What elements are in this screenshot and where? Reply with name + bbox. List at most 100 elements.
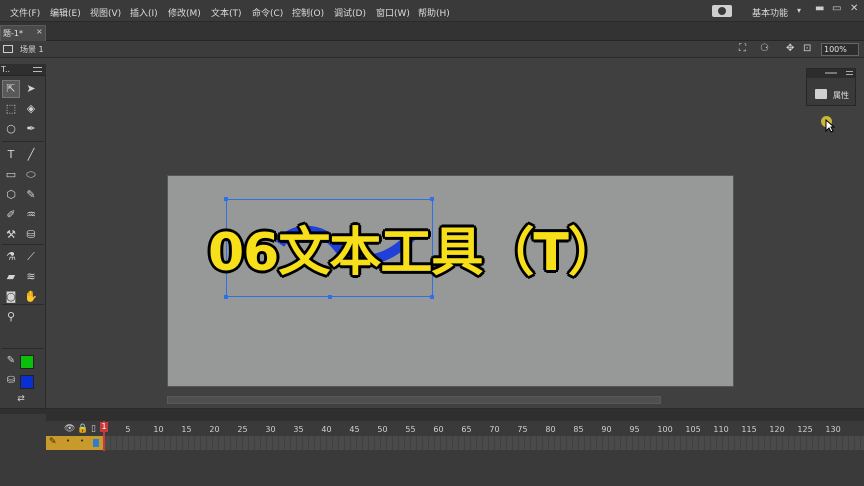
ruler-frame-number: 95 <box>629 425 640 434</box>
tools-panel-header[interactable]: T.. <box>0 64 46 76</box>
ruler-frame-number: 120 <box>769 425 785 434</box>
layer-dot-icon[interactable]: • <box>66 437 70 445</box>
fill-color-icon: ⛁ <box>6 375 16 386</box>
current-frame-indicator[interactable]: 1 <box>100 422 108 432</box>
tools-panel-title: T.. <box>1 65 11 74</box>
snap-icon[interactable]: ✥ <box>786 43 794 54</box>
menu-text[interactable]: 文本(T) <box>211 6 242 19</box>
eyedropper-tool-icon[interactable]: ⟋ <box>22 248 40 266</box>
menu-view[interactable]: 视图(V) <box>90 6 121 19</box>
tools-separator <box>2 244 44 245</box>
hand-tool-icon[interactable]: ✋ <box>22 288 40 306</box>
horizontal-scrollbar[interactable] <box>167 396 661 404</box>
ruler-frame-number: 25 <box>237 425 248 434</box>
subselection-tool-icon[interactable]: ➤ <box>22 80 40 98</box>
zoom-tool-icon[interactable]: ⚲ <box>2 308 20 326</box>
document-tab-label: 题-1* <box>3 29 23 38</box>
ruler-frame-number: 45 <box>349 425 360 434</box>
ruler-frame-number: 115 <box>741 425 757 434</box>
free-transform-tool-icon[interactable]: ⬚ <box>2 100 20 118</box>
edit-scene-icon[interactable]: ⛶ <box>739 43 746 54</box>
ruler-frame-number: 50 <box>377 425 388 434</box>
resize-handle[interactable] <box>430 295 434 299</box>
bone-tool-icon[interactable]: ⚒ <box>2 226 20 244</box>
eye-icon[interactable]: 👁 <box>64 424 75 434</box>
pencil-tool-icon[interactable]: ✎ <box>22 186 40 204</box>
ruler-frame-number: 70 <box>489 425 500 434</box>
fill-color-swatch[interactable] <box>20 375 34 389</box>
camera-tool-icon[interactable]: ◙ <box>2 288 20 306</box>
lasso-tool-icon[interactable]: ○ <box>2 120 20 138</box>
edit-symbol-icon[interactable]: ⚆ <box>760 43 769 54</box>
drag-handle-icon[interactable] <box>825 72 837 74</box>
menu-modify[interactable]: 修改(M) <box>168 6 201 19</box>
tools-panel: T.. ✎ ⛁ ⇄ ⋒ S ϟ ⇱➤⬚◈○✒T╱▭⬭⬡✎✐♒⚒⛁⚗⟋▰≋◙✋⚲ <box>0 64 46 454</box>
polystar-tool-icon[interactable]: ⬡ <box>2 186 20 204</box>
deco-tool-icon[interactable]: ♒ <box>22 206 40 224</box>
layer-dot-icon[interactable]: • <box>80 437 84 445</box>
ruler-frame-number: 75 <box>517 425 528 434</box>
menu-control[interactable]: 控制(O) <box>292 6 324 19</box>
stroke-color-icon: ✎ <box>6 355 16 366</box>
properties-icon[interactable] <box>815 89 827 99</box>
minimize-icon[interactable]: ▬ <box>815 3 824 14</box>
document-tab-bar: 题-1* × <box>0 22 864 41</box>
rectangle-tool-icon[interactable]: ▭ <box>2 166 20 184</box>
resize-handle[interactable] <box>430 197 434 201</box>
line-tool-icon[interactable]: ╱ <box>22 146 40 164</box>
menu-file[interactable]: 文件(F) <box>10 6 40 19</box>
menu-debug[interactable]: 调试(D) <box>334 6 366 19</box>
paint-bucket-tool-icon[interactable]: ⛁ <box>22 226 40 244</box>
ink-bottle-tool-icon[interactable]: ⚗ <box>2 248 20 266</box>
chevron-down-icon[interactable]: ▾ <box>797 6 801 15</box>
menu-help[interactable]: 帮助(H) <box>418 6 450 19</box>
ruler-frame-number: 60 <box>433 425 444 434</box>
resize-handle[interactable] <box>224 295 228 299</box>
properties-label[interactable]: 属性 <box>833 90 849 101</box>
swap-colors-icon[interactable]: ⇄ <box>12 390 30 408</box>
brush-tool-icon[interactable]: ✐ <box>2 206 20 224</box>
ruler-frame-number: 130 <box>825 425 841 434</box>
eraser-tool-icon[interactable]: ▰ <box>2 268 20 286</box>
tab-close-icon[interactable]: × <box>36 27 43 36</box>
menu-window[interactable]: 窗口(W) <box>376 6 410 19</box>
properties-panel-header[interactable] <box>807 69 855 78</box>
timeline-tab-bar[interactable] <box>0 409 864 421</box>
scene-breadcrumb[interactable]: 场景 1 <box>20 44 44 55</box>
oval-tool-icon[interactable]: ⬭ <box>22 166 40 184</box>
selection-tool-icon[interactable]: ⇱ <box>2 80 20 98</box>
frame-row[interactable] <box>105 436 864 450</box>
workspace-switcher[interactable]: 基本功能 <box>752 6 788 19</box>
menu-edit[interactable]: 编辑(E) <box>50 6 81 19</box>
pencil-icon: ✎ <box>49 437 57 447</box>
panel-menu-icon[interactable] <box>33 67 42 72</box>
menu-commands[interactable]: 命令(C) <box>252 6 283 19</box>
ruler-frame-number: 35 <box>293 425 304 434</box>
text-tool-icon[interactable]: T <box>2 146 20 164</box>
width-tool-icon[interactable]: ≋ <box>22 268 40 286</box>
outline-icon[interactable]: ▯ <box>91 424 96 434</box>
pen-tool-icon[interactable]: ✒ <box>22 120 40 138</box>
stroke-color-swatch[interactable] <box>20 355 34 369</box>
ruler-frame-number: 85 <box>573 425 584 434</box>
lock-icon[interactable]: 🔒 <box>77 424 88 434</box>
workspace-sync-icon[interactable] <box>712 5 732 17</box>
ruler-frame-number: 80 <box>545 425 556 434</box>
panel-menu-icon[interactable] <box>846 71 853 75</box>
resize-handle[interactable] <box>328 295 332 299</box>
restore-icon[interactable]: ▭ <box>832 3 841 14</box>
layer-outline-swatch[interactable] <box>93 439 99 447</box>
properties-panel[interactable]: 属性 <box>806 68 856 106</box>
document-tab[interactable]: 题-1* × <box>0 25 46 41</box>
menu-insert[interactable]: 插入(I) <box>130 6 158 19</box>
ruler-frame-number: 105 <box>685 425 701 434</box>
ruler-frame-number: 55 <box>405 425 416 434</box>
clip-content-icon[interactable]: ⊡ <box>803 43 811 54</box>
tools-separator <box>2 348 44 349</box>
close-icon[interactable]: ✕ <box>850 3 858 14</box>
ruler-frame-number: 90 <box>601 425 612 434</box>
zoom-input[interactable]: 100% <box>821 43 859 56</box>
3d-rotation-tool-icon[interactable]: ◈ <box>22 100 40 118</box>
timeline-left-gutter <box>0 414 46 454</box>
resize-handle[interactable] <box>224 197 228 201</box>
